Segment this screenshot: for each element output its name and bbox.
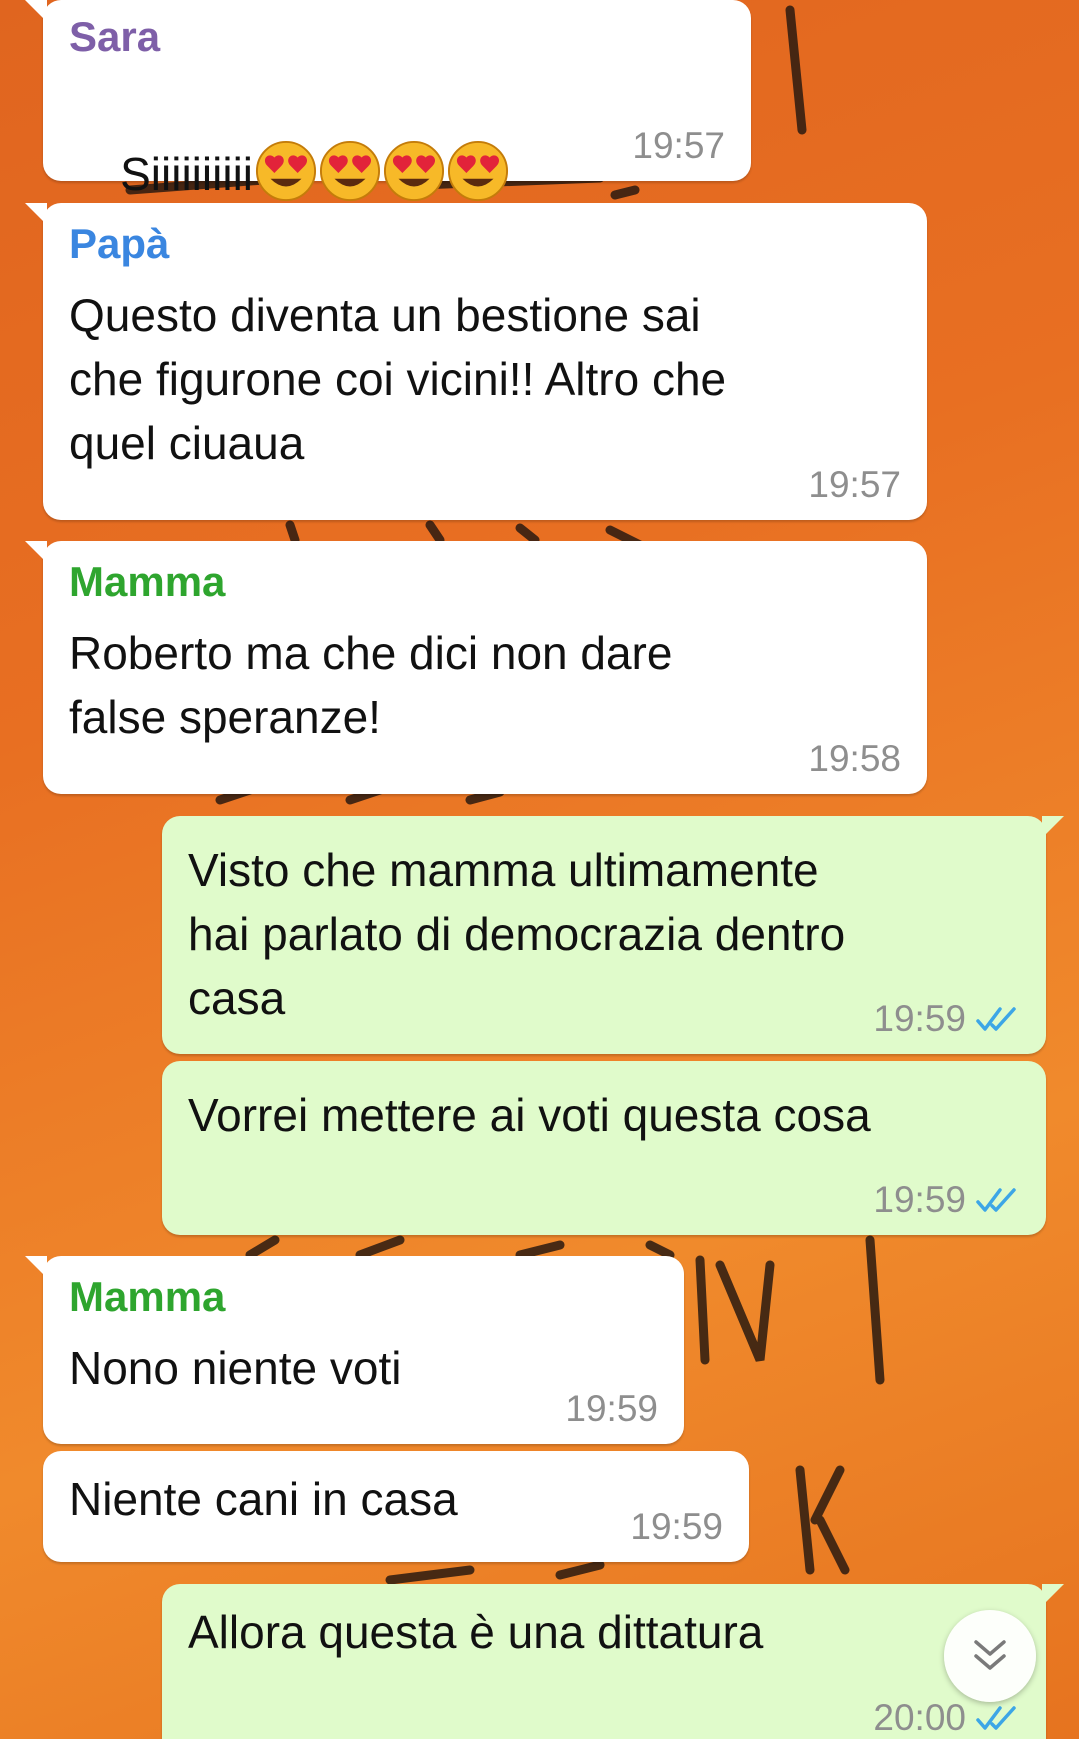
read-receipt-double-check-icon — [976, 1188, 1016, 1212]
message-text: Vorrei mettere ai voti questa cosa — [188, 1089, 871, 1141]
message-text: Allora questa è una dittatura — [188, 1606, 764, 1658]
message-time: 19:59 — [873, 998, 966, 1039]
message-meta: 19:59 — [873, 998, 1020, 1040]
sender-name: Papà — [69, 220, 170, 267]
message-bubble-outgoing[interactable]: Visto che mamma ultimamente hai parlato … — [162, 816, 1064, 1054]
message-text-content: Siiiiiiiiii — [120, 148, 254, 200]
read-receipt-double-check-icon — [976, 1706, 1016, 1730]
heart-eyes-emoji-icon — [447, 140, 509, 202]
sender-name: Mamma — [69, 1273, 226, 1320]
message-bubble-incoming[interactable]: Sara Siiiiiiiiii 19:57 — [25, 0, 751, 202]
message-text: Questo diventa un bestione sai che figur… — [69, 289, 727, 469]
heart-eyes-emoji-icon — [255, 140, 317, 202]
message-bubble-incoming[interactable]: Mamma Nono niente voti 19:59 — [25, 1256, 684, 1444]
message-text: Roberto ma che dici non dare false spera… — [69, 627, 673, 743]
message-bubble-incoming[interactable]: Niente cani in casa 19:59 — [43, 1451, 749, 1562]
message-meta: 19:59 — [630, 1506, 723, 1548]
message-time: 19:58 — [808, 738, 901, 779]
message-time: 19:59 — [565, 1388, 658, 1429]
read-receipt-double-check-icon — [976, 1007, 1016, 1031]
scroll-to-bottom-button[interactable] — [944, 1610, 1036, 1702]
message-time: 19:57 — [632, 125, 725, 166]
message-meta: 20:00 — [873, 1697, 1020, 1739]
message-bubble-outgoing[interactable]: Allora questa è una dittatura 20:00 — [162, 1584, 1064, 1739]
message-meta: 19:57 — [632, 125, 725, 167]
heart-eyes-emoji-icon — [383, 140, 445, 202]
sender-name: Mamma — [69, 558, 226, 605]
message-meta: 19:59 — [565, 1388, 658, 1430]
message-time: 19:59 — [873, 1179, 966, 1220]
message-time: 19:59 — [630, 1506, 723, 1547]
message-bubble-incoming[interactable]: Mamma Roberto ma che dici non dare false… — [25, 541, 927, 794]
message-meta: 19:57 — [808, 464, 901, 506]
message-text: Niente cani in casa — [69, 1473, 458, 1525]
message-meta: 19:58 — [808, 738, 901, 780]
sender-name: Sara — [69, 13, 161, 60]
message-time: 20:00 — [873, 1697, 966, 1738]
message-bubble-incoming[interactable]: Papà Questo diventa un bestione sai che … — [25, 203, 927, 520]
heart-eyes-emoji-icon — [319, 140, 381, 202]
double-chevron-down-icon — [974, 1640, 1006, 1670]
message-meta: 19:59 — [873, 1179, 1020, 1221]
message-time: 19:57 — [808, 464, 901, 505]
message-bubble-outgoing[interactable]: Vorrei mettere ai voti questa cosa 19:59 — [162, 1061, 1046, 1235]
